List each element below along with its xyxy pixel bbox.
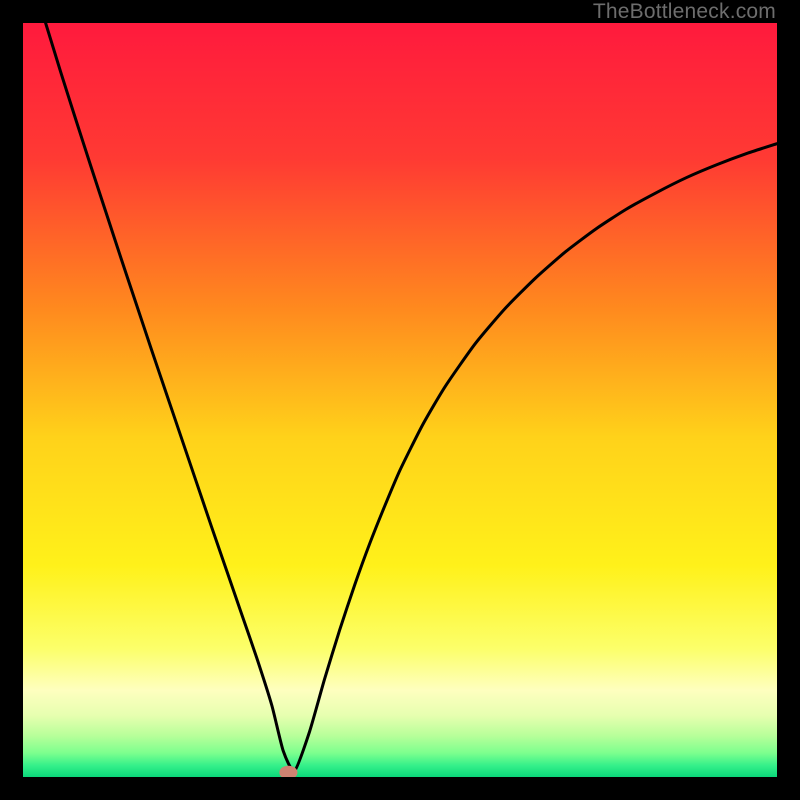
chart-svg xyxy=(23,23,777,777)
chart-frame xyxy=(23,23,777,777)
chart-background xyxy=(23,23,777,777)
watermark-text: TheBottleneck.com xyxy=(593,0,776,24)
